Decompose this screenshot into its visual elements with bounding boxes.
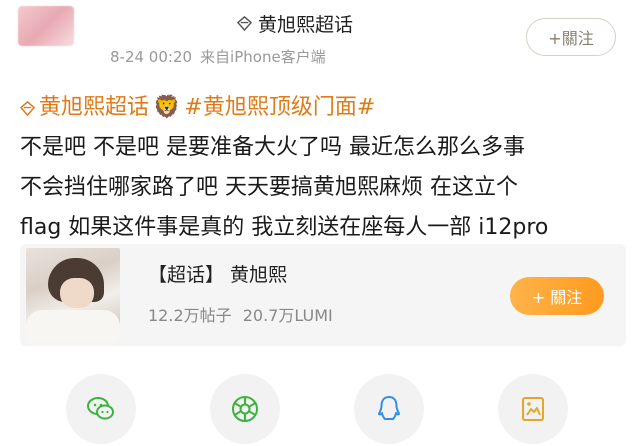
card-title: 【超话】 黄旭熙 xyxy=(148,264,288,286)
super-topic-diamond-icon xyxy=(20,100,35,116)
share-wechat-button[interactable] xyxy=(66,374,136,444)
follow-button-top[interactable]: +關注 xyxy=(526,18,616,56)
lion-emoji-icon: 🦁 xyxy=(153,95,181,120)
post-text-line: 不会挡住哪家路了吧 天天要搞黄旭熙麻烦 在这立个 xyxy=(20,175,518,200)
share-bar xyxy=(0,368,640,446)
post-text-line: flag 如果这件事是真的 我立刻送在座每人一部 i12pro xyxy=(20,215,549,240)
card-fan-count: 20.7万LUMI xyxy=(242,306,333,325)
card-stats: 12.2万帖子 20.7万LUMI xyxy=(148,302,333,326)
post-topic-line: 黄旭熙超话 🦁 #黄旭熙顶级门面# xyxy=(20,88,624,128)
qq-icon xyxy=(378,396,400,420)
user-avatar[interactable] xyxy=(18,6,74,46)
wechat-icon xyxy=(87,397,114,420)
card-post-count: 12.2万帖子 xyxy=(148,306,232,325)
post-hashtag[interactable]: #黄旭熙顶级门面# xyxy=(184,88,375,128)
super-topic-card[interactable]: 【超话】 黄旭熙 12.2万帖子 20.7万LUMI + 關注 xyxy=(20,244,626,346)
post-body: 黄旭熙超话 🦁 #黄旭熙顶级门面# 不是吧 不是吧 是要准备大火了吗 最近怎么那… xyxy=(20,88,624,248)
post-topic-link[interactable]: 黄旭熙超话 xyxy=(39,88,149,128)
super-topic-name: 黄旭熙超话 xyxy=(258,14,354,36)
super-topic-header[interactable]: 黄旭熙超话 xyxy=(237,10,353,37)
post-meta: 8-24 00:20 来自iPhone客户端 xyxy=(110,46,326,67)
super-topic-thumbnail xyxy=(26,248,120,342)
moments-icon xyxy=(232,396,258,422)
follow-button-card[interactable]: + 關注 xyxy=(510,277,604,315)
super-topic-diamond-icon xyxy=(237,16,252,31)
post-source: 来自iPhone客户端 xyxy=(200,48,326,66)
share-moments-button[interactable] xyxy=(210,374,280,444)
post-text-line: 不是吧 不是吧 是要准备大火了吗 最近怎么那么多事 xyxy=(20,135,525,160)
post-time: 8-24 00:20 xyxy=(110,48,193,66)
share-qq-button[interactable] xyxy=(354,374,424,444)
qzone-icon xyxy=(522,397,544,421)
share-qzone-button[interactable] xyxy=(498,374,568,444)
